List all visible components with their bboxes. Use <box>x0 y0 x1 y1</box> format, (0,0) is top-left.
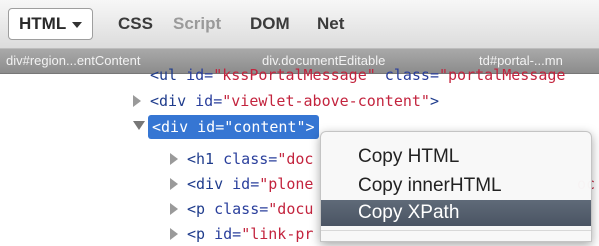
tab-script[interactable]: Script <box>173 8 221 40</box>
attr-name: class= <box>375 66 439 84</box>
expand-arrow-icon[interactable] <box>170 203 178 215</box>
collapse-arrow-icon[interactable] <box>133 121 145 130</box>
tab-html-label: HTML <box>19 14 67 33</box>
expand-arrow-icon[interactable] <box>170 178 178 190</box>
context-menu: Copy HTML Copy innerHTML Copy XPath <box>320 131 592 242</box>
chevron-down-icon[interactable] <box>72 21 83 28</box>
tag-name: <h1 <box>187 150 215 168</box>
tree-row-partial[interactable]: <ul id="kssPortalMessage" class="portalM… <box>150 63 565 87</box>
attr-value: "content" <box>224 118 306 136</box>
expand-arrow-icon[interactable] <box>133 95 141 107</box>
attr-value: "doc <box>277 150 314 168</box>
attr-value: "plone <box>259 175 314 193</box>
tab-css[interactable]: CSS <box>118 8 153 40</box>
tag-name: <div <box>152 118 189 136</box>
menu-item-label: Copy innerHTML <box>358 175 502 196</box>
tree-row-p-id[interactable]: <p id="link-pr <box>187 222 313 246</box>
tab-dom-label: DOM <box>250 14 290 33</box>
attr-name: class= <box>214 150 278 168</box>
menu-item-copy-innerhtml[interactable]: Copy innerHTML <box>321 173 591 199</box>
breadcrumb-item[interactable]: div#region...entContent <box>6 49 140 73</box>
tag-close: > <box>305 118 315 136</box>
attr-value: "docu <box>268 200 314 218</box>
expand-arrow-icon[interactable] <box>170 153 178 165</box>
attr-name: id= <box>205 225 242 243</box>
tab-css-label: CSS <box>118 14 153 33</box>
tree-row-div-plone[interactable]: <div id="plone <box>187 172 313 196</box>
tag-name: <ul <box>150 66 178 84</box>
attr-name: id= <box>223 175 260 193</box>
tag-close: > <box>429 92 439 110</box>
attr-name: id= <box>177 66 214 84</box>
tree-row-selected[interactable]: <div id="content"> <box>148 115 319 139</box>
menu-item-label: Copy XPath <box>358 202 460 223</box>
tab-net-label: Net <box>317 14 345 33</box>
tag-name: <p <box>187 225 206 243</box>
tree-row-viewlet[interactable]: <div id="viewlet-above-content"> <box>150 89 439 113</box>
tag-name: <div <box>187 175 224 193</box>
attr-value: "link-pr <box>241 225 314 243</box>
tab-dom[interactable]: DOM <box>250 8 290 40</box>
tag-name: <p <box>187 200 206 218</box>
tag-name: <div <box>150 92 187 110</box>
attr-name: id= <box>186 92 223 110</box>
firebug-toolbar: HTML CSS Script DOM Net <box>0 0 599 49</box>
attr-name: class= <box>205 200 269 218</box>
menu-item-copy-xpath[interactable]: Copy XPath <box>321 200 591 226</box>
tab-net[interactable]: Net <box>317 8 344 40</box>
menu-item-label: Copy HTML <box>358 146 460 167</box>
expand-arrow-icon[interactable] <box>170 228 178 240</box>
tab-script-label: Script <box>173 14 222 33</box>
menu-item-copy-html[interactable]: Copy HTML <box>321 144 591 170</box>
attr-value: "viewlet-above-content" <box>222 92 430 110</box>
tree-row-p-class[interactable]: <p class="docu <box>187 197 313 221</box>
attr-value: "portalMessage <box>439 66 566 84</box>
tab-html[interactable]: HTML <box>8 8 94 40</box>
menu-separator <box>321 230 591 231</box>
attr-value: "kssPortalMessage" <box>213 66 376 84</box>
tree-row-h1[interactable]: <h1 class="doc <box>187 147 313 171</box>
attr-name: id= <box>188 118 225 136</box>
